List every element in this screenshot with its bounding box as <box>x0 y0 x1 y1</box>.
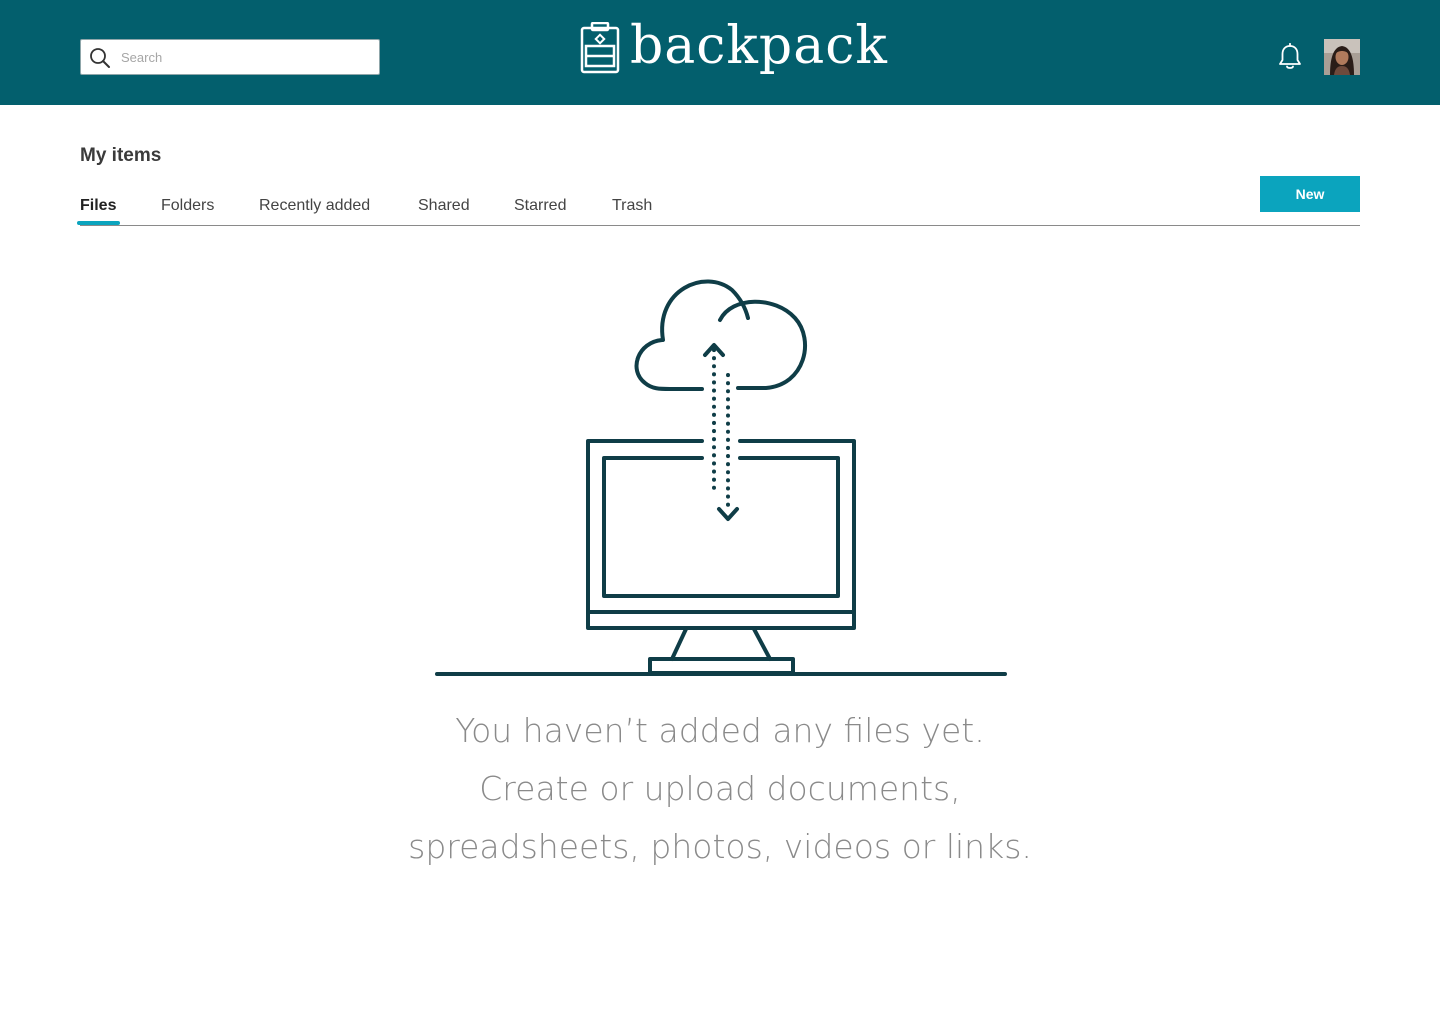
tab-label: Trash <box>612 197 653 214</box>
tab-label: Files <box>80 197 117 214</box>
new-button[interactable]: New <box>1260 176 1360 212</box>
empty-state-line: spreadsheets, photos, videos or links. <box>408 827 1032 866</box>
empty-state-message: You haven’t added any files yet. Create … <box>370 702 1070 876</box>
tab-shared[interactable]: Shared <box>418 194 470 218</box>
user-avatar[interactable] <box>1324 39 1360 75</box>
backpack-logo-icon <box>580 22 620 74</box>
search-input[interactable] <box>121 40 371 74</box>
search-icon <box>90 48 110 68</box>
tab-files[interactable]: Files <box>77 194 120 225</box>
brand-logo[interactable]: backpack <box>580 16 887 84</box>
tab-label: Recently added <box>259 197 371 214</box>
tab-starred[interactable]: Starred <box>514 194 566 218</box>
tab-label: Shared <box>418 197 470 214</box>
top-navigation-bar: backpack <box>0 0 1440 105</box>
tab-label: Starred <box>514 197 567 214</box>
tab-folders[interactable]: Folders <box>161 194 214 218</box>
bell-icon[interactable] <box>1277 43 1303 71</box>
tab-trash[interactable]: Trash <box>612 194 652 218</box>
item-tabs: Files Folders Recently added Shared Star… <box>77 194 1360 226</box>
search-box[interactable] <box>80 39 380 75</box>
cloud-sync-computer-icon <box>435 279 1007 676</box>
brand-name: backpack <box>630 16 888 76</box>
tab-label: Folders <box>161 197 215 214</box>
empty-state-line: You haven’t added any files yet. <box>455 711 985 750</box>
page-title: My items <box>80 145 162 166</box>
active-tab-indicator <box>77 221 120 225</box>
empty-state-line: Create or upload documents, <box>479 769 961 808</box>
avatar-image <box>1324 39 1360 75</box>
tab-recently-added[interactable]: Recently added <box>259 194 370 218</box>
